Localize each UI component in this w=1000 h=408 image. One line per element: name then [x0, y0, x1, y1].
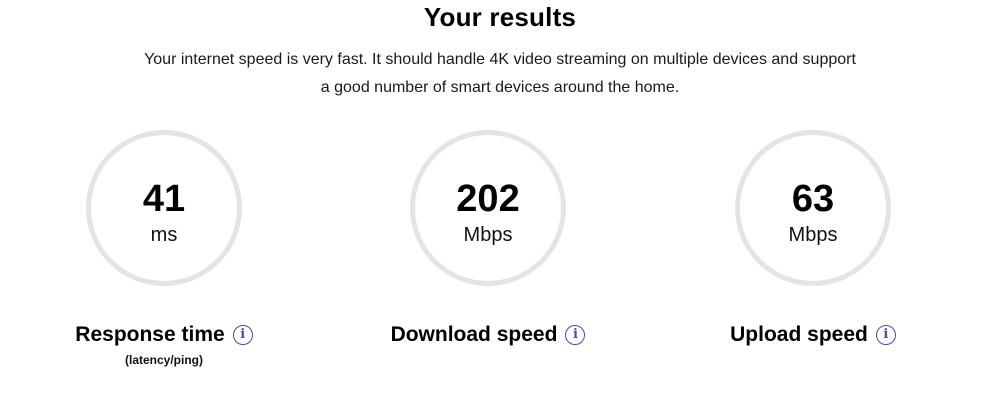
metric-download-speed: 202 Mbps Download speed i	[368, 130, 608, 350]
upload-speed-label-row: Upload speed i	[693, 320, 933, 350]
metric-response-time: 41 ms Response time i (latency/ping)	[44, 130, 284, 368]
results-description: Your internet speed is very fast. It sho…	[144, 51, 856, 96]
upload-speed-ring: 63 Mbps	[735, 130, 891, 286]
info-icon[interactable]: i	[875, 325, 896, 345]
info-icon[interactable]: i	[565, 325, 586, 345]
download-speed-ring: 202 Mbps	[410, 130, 566, 286]
response-time-sublabel: (latency/ping)	[124, 353, 203, 367]
download-speed-label-row: Download speed i	[368, 320, 608, 350]
download-speed-label: Download speed	[390, 323, 558, 346]
info-icon[interactable]: i	[232, 325, 253, 345]
download-speed-value: 202	[456, 178, 520, 220]
upload-speed-value: 63	[791, 178, 835, 220]
page-title: Your results	[423, 2, 577, 32]
upload-speed-label: Upload speed	[730, 323, 868, 346]
upload-speed-unit: Mbps	[788, 224, 838, 246]
results-panel: Your results Your internet speed is very…	[0, 0, 1000, 408]
metric-upload-speed: 63 Mbps Upload speed i	[693, 130, 933, 350]
download-speed-unit: Mbps	[463, 224, 513, 246]
response-time-value: 41	[142, 178, 186, 220]
response-time-ring: 41 ms	[86, 130, 242, 286]
response-time-label-row: Response time i	[44, 320, 284, 350]
response-time-unit: ms	[150, 224, 178, 246]
response-time-label: Response time	[75, 323, 225, 346]
